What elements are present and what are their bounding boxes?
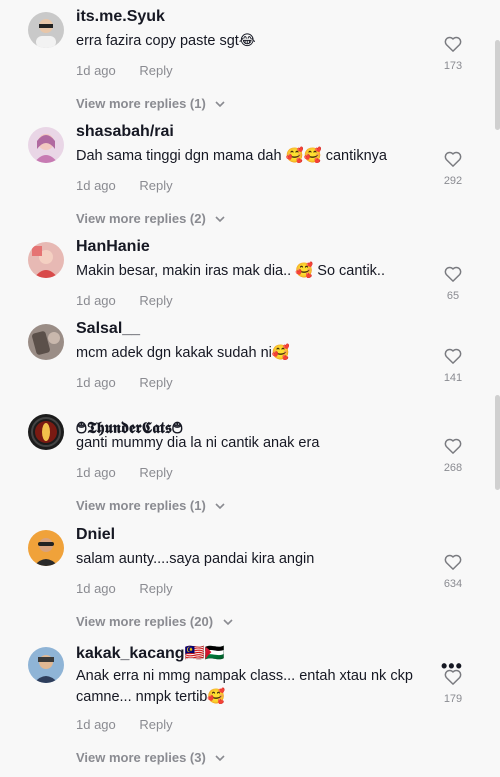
like-count: 179	[443, 693, 463, 705]
comment-text: erra fazira copy paste sgt😂	[76, 33, 256, 49]
reply-button[interactable]: Reply	[139, 293, 172, 308]
username[interactable]: its.me.Syuk	[76, 8, 165, 26]
avatar[interactable]	[28, 647, 64, 683]
like-button[interactable]: 173	[440, 36, 466, 72]
timestamp: 1d ago	[76, 178, 116, 193]
view-more-label: View more replies (20)	[76, 614, 214, 629]
heart-outline-icon	[444, 36, 462, 52]
comment-meta: 1d ago Reply	[76, 293, 173, 308]
chevron-down-icon	[215, 503, 226, 510]
view-more-label: View more replies (1)	[76, 498, 206, 513]
view-more-label: View more replies (1)	[76, 96, 206, 111]
chevron-down-icon	[223, 619, 233, 626]
timestamp: 1d ago	[76, 717, 116, 732]
like-button[interactable]: 268	[440, 438, 466, 474]
comment-meta: 1d ago Reply	[76, 581, 173, 596]
comment-meta: 1d ago Reply	[76, 717, 173, 732]
username[interactable]: kakak_kacang🇲🇾🇵🇸	[76, 643, 224, 663]
comment-meta: 1d ago Reply	[76, 375, 173, 390]
reply-button[interactable]: Reply	[139, 465, 172, 480]
view-more-replies[interactable]: View more replies (20)	[76, 614, 233, 629]
comment-meta: 1d ago Reply	[76, 63, 173, 78]
heart-outline-icon	[444, 348, 462, 364]
view-more-label: View more replies (2)	[76, 211, 206, 226]
heart-outline-icon	[444, 554, 462, 570]
chevron-down-icon	[215, 101, 226, 108]
username[interactable]: shasabah/rai	[76, 123, 174, 141]
chevron-down-icon	[215, 216, 226, 223]
comment-text: ganti mummy dia la ni cantik anak era	[76, 435, 320, 451]
timestamp: 1d ago	[76, 63, 116, 78]
comment-text: salam aunty....saya pandai kira angin	[76, 551, 315, 567]
like-button[interactable]: 141	[440, 348, 466, 384]
view-more-replies[interactable]: View more replies (2)	[76, 211, 226, 226]
view-more-label: View more replies (3)	[76, 750, 206, 765]
heart-outline-icon	[444, 438, 462, 454]
reply-button[interactable]: Reply	[139, 178, 172, 193]
avatar[interactable]	[28, 414, 64, 450]
like-count: 634	[443, 578, 463, 590]
like-button[interactable]: 634	[440, 554, 466, 590]
comment-text: Dah sama tinggi dgn mama dah 🥰🥰 cantikny…	[76, 148, 387, 164]
scrollbar[interactable]	[495, 40, 500, 130]
avatar[interactable]	[28, 12, 64, 48]
comment-meta: 1d ago Reply	[76, 465, 173, 480]
username[interactable]: HanHanie	[76, 238, 150, 256]
timestamp: 1d ago	[76, 293, 116, 308]
username[interactable]: Salsal__	[76, 320, 140, 338]
like-count: 173	[443, 60, 463, 72]
avatar[interactable]	[28, 530, 64, 566]
reply-button[interactable]: Reply	[139, 375, 172, 390]
view-more-replies[interactable]: View more replies (1)	[76, 96, 226, 111]
like-count: 268	[443, 462, 463, 474]
reply-button[interactable]: Reply	[139, 63, 172, 78]
reply-button[interactable]: Reply	[139, 717, 172, 732]
username[interactable]: Dniel	[76, 526, 115, 544]
like-button[interactable]: 292	[440, 151, 466, 187]
timestamp: 1d ago	[76, 375, 116, 390]
heart-outline-icon	[444, 266, 462, 282]
comment-text: Makin besar, makin iras mak dia.. 🥰 So c…	[76, 263, 385, 279]
reply-button[interactable]: Reply	[139, 581, 172, 596]
heart-outline-icon	[444, 151, 462, 167]
comment-meta: 1d ago Reply	[76, 178, 173, 193]
view-more-replies[interactable]: View more replies (3)	[76, 750, 226, 765]
like-button[interactable]: 65	[440, 266, 466, 302]
comment-text: Anak erra ni mmg nampak class... entah x…	[76, 668, 413, 705]
comment-text: mcm adek dgn kakak sudah ni🥰	[76, 345, 290, 361]
avatar[interactable]	[28, 324, 64, 360]
like-count: 292	[443, 175, 463, 187]
avatar[interactable]	[28, 242, 64, 278]
scrollbar[interactable]	[495, 395, 500, 490]
timestamp: 1d ago	[76, 581, 116, 596]
chevron-down-icon	[215, 755, 226, 762]
timestamp: 1d ago	[76, 465, 116, 480]
view-more-replies[interactable]: View more replies (1)	[76, 498, 226, 513]
avatar[interactable]	[28, 127, 64, 163]
like-count: 141	[443, 372, 463, 384]
more-dots-icon[interactable]: •••	[441, 656, 463, 677]
like-count: 65	[446, 290, 460, 302]
